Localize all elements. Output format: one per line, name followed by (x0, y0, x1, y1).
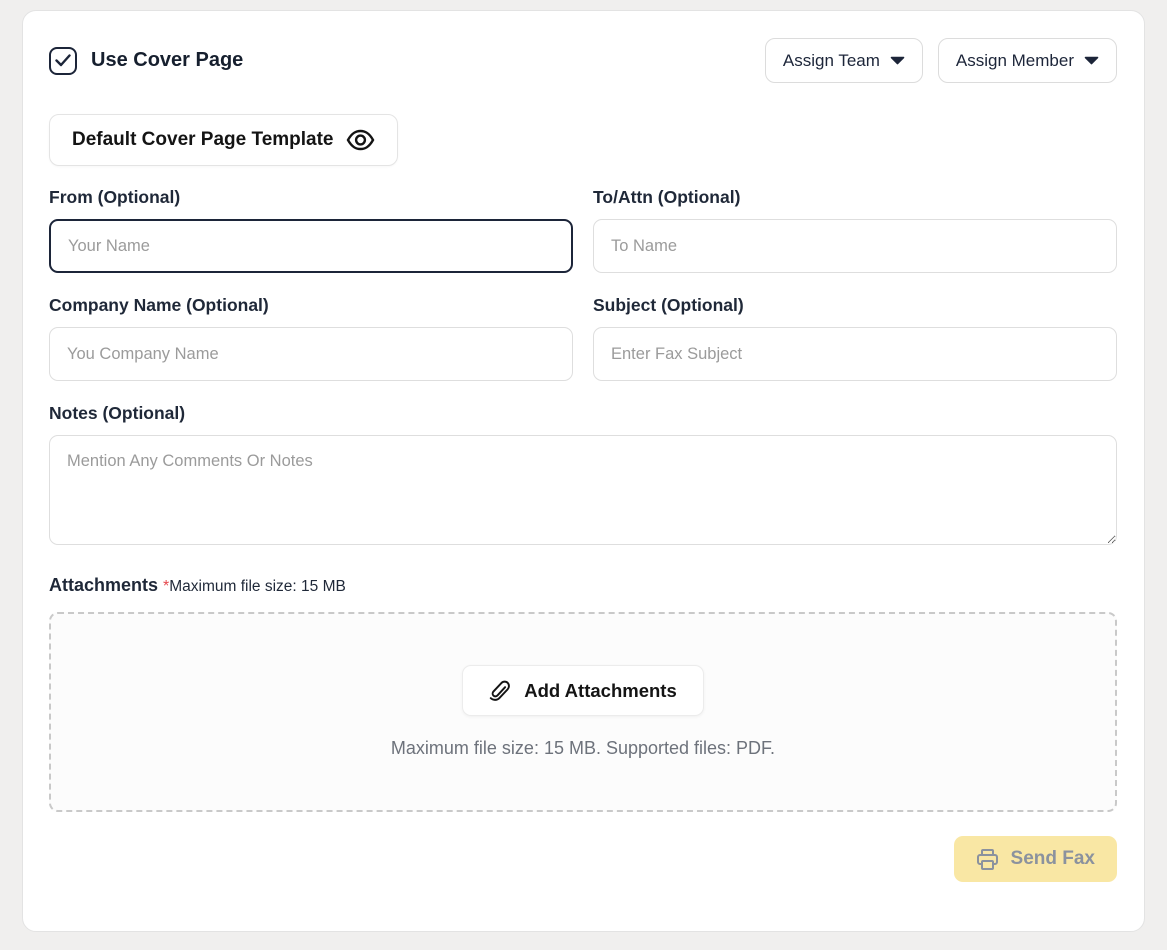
default-cover-page-template-button[interactable]: Default Cover Page Template (49, 114, 398, 166)
use-cover-page-checkbox[interactable] (49, 47, 77, 75)
notes-field-group: Notes (Optional) (49, 403, 1117, 545)
to-attn-input[interactable] (593, 219, 1117, 273)
from-field-group: From (Optional) (49, 187, 573, 273)
use-cover-page-label: Use Cover Page (91, 49, 243, 72)
subject-label: Subject (Optional) (593, 295, 1117, 316)
subject-field-group: Subject (Optional) (593, 295, 1117, 381)
to-field-group: To/Attn (Optional) (593, 187, 1117, 273)
to-attn-label: To/Attn (Optional) (593, 187, 1117, 208)
fax-printer-icon (976, 848, 999, 871)
add-attachments-label: Add Attachments (524, 680, 676, 702)
assign-team-label: Assign Team (783, 51, 880, 71)
notes-textarea[interactable] (49, 435, 1117, 545)
from-input[interactable] (49, 219, 573, 273)
chevron-down-icon (1084, 56, 1099, 65)
notes-label: Notes (Optional) (49, 403, 1117, 424)
template-button-label: Default Cover Page Template (72, 129, 334, 151)
send-fax-form-panel: Use Cover Page Assign Team Assign Member… (22, 10, 1145, 932)
subject-input[interactable] (593, 327, 1117, 381)
attachments-dropzone[interactable]: Add Attachments Maximum file size: 15 MB… (49, 612, 1117, 812)
eye-icon (346, 129, 375, 151)
header-row: Use Cover Page Assign Team Assign Member (49, 38, 1117, 83)
use-cover-page-checkbox-wrap[interactable]: Use Cover Page (49, 47, 243, 75)
send-fax-button[interactable]: Send Fax (954, 836, 1117, 882)
from-label: From (Optional) (49, 187, 573, 208)
check-icon (55, 54, 71, 67)
company-field-group: Company Name (Optional) (49, 295, 573, 381)
chevron-down-icon (890, 56, 905, 65)
attachments-inline-hint: Maximum file size: 15 MB (169, 578, 346, 596)
assign-member-label: Assign Member (956, 51, 1074, 71)
add-attachments-button[interactable]: Add Attachments (462, 665, 703, 716)
field-grid: From (Optional) To/Attn (Optional) Compa… (49, 187, 1117, 381)
company-name-input[interactable] (49, 327, 573, 381)
company-name-label: Company Name (Optional) (49, 295, 573, 316)
paperclip-icon (489, 679, 511, 703)
attachments-label: Attachments (49, 575, 158, 596)
footer-row: Send Fax (49, 836, 1117, 882)
assign-team-dropdown[interactable]: Assign Team (765, 38, 923, 83)
attachments-label-row: Attachments * Maximum file size: 15 MB (49, 575, 1117, 596)
assign-member-dropdown[interactable]: Assign Member (938, 38, 1117, 83)
send-fax-label: Send Fax (1011, 848, 1095, 870)
dropzone-hint: Maximum file size: 15 MB. Supported file… (391, 738, 775, 759)
